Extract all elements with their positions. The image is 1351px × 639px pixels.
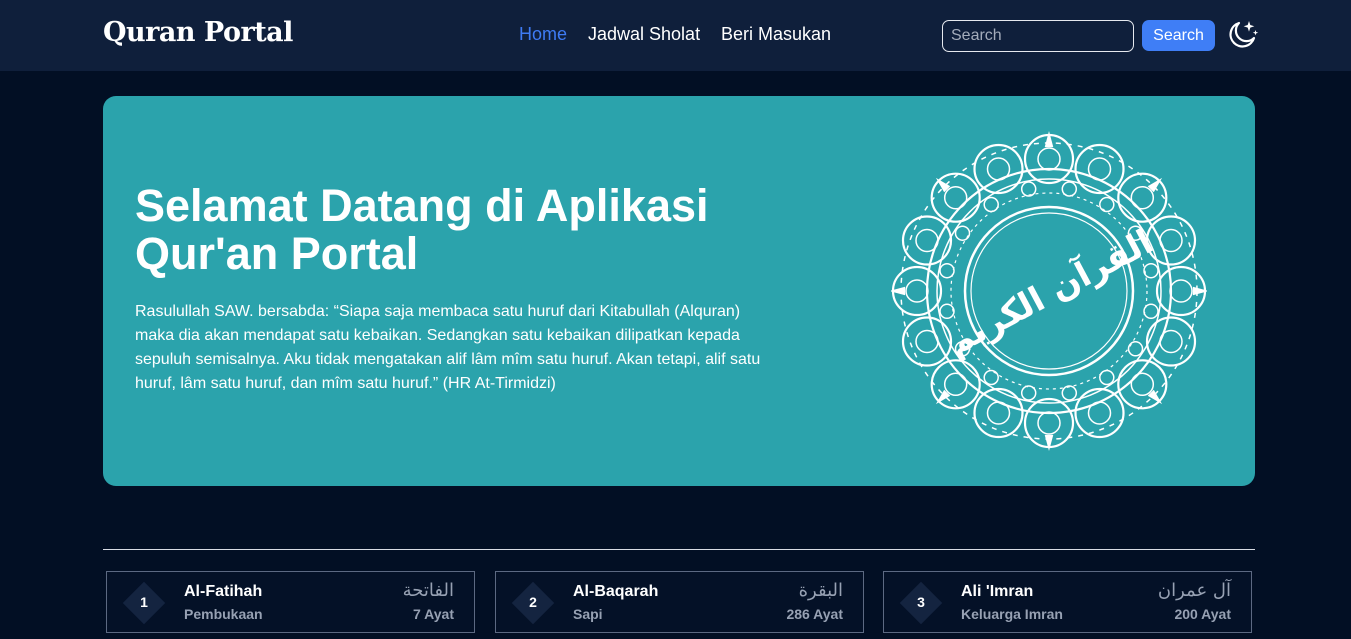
nav-link-jadwal-sholat[interactable]: Jadwal Sholat [588, 24, 700, 45]
navbar: Quran Portal Home Jadwal Sholat Beri Mas… [0, 0, 1351, 71]
nav-link-beri-masukan[interactable]: Beri Masukan [721, 24, 831, 45]
section-divider [103, 549, 1255, 550]
search-input[interactable] [942, 20, 1134, 52]
moon-stars-icon[interactable] [1225, 18, 1259, 52]
hero-banner: Selamat Datang di Aplikasi Qur'an Portal… [103, 96, 1255, 486]
surah-meaning: Keluarga Imran [961, 606, 1063, 622]
surah-name: Al-Baqarah [573, 583, 659, 600]
surah-card[interactable]: 1 Al-Fatihah Pembukaan الفاتحة 7 Ayat [106, 571, 475, 633]
surah-number: 3 [917, 594, 925, 610]
surah-arabic-name: الفاتحة [402, 580, 454, 601]
surah-ayat-count: 200 Ayat [1174, 606, 1231, 622]
hero-title: Selamat Datang di Aplikasi Qur'an Portal [135, 180, 709, 279]
surah-name: Al-Fatihah [184, 583, 263, 600]
hero-quote: Rasulullah SAW. bersabda: “Siapa saja me… [135, 303, 761, 392]
nav-link-home[interactable]: Home [519, 24, 567, 45]
surah-meaning: Sapi [573, 606, 603, 622]
surah-ayat-count: 286 Ayat [786, 606, 843, 622]
surah-name: Ali 'Imran [961, 583, 1034, 600]
surah-card[interactable]: 2 Al-Baqarah Sapi البقرة 286 Ayat [495, 571, 864, 633]
al-quran-calligraphy-ornament: القرآن الكريم [889, 126, 1209, 456]
brand-logo[interactable]: Quran Portal [103, 17, 293, 48]
surah-meaning: Pembukaan [184, 606, 263, 622]
surah-ayat-count: 7 Ayat [413, 606, 454, 622]
surah-arabic-name: البقرة [798, 580, 843, 601]
search-button[interactable]: Search [1142, 20, 1215, 51]
surah-number: 2 [529, 594, 537, 610]
surah-card[interactable]: 3 Ali 'Imran Keluarga Imran آل عمران 200… [883, 571, 1252, 633]
surah-number: 1 [140, 594, 148, 610]
surah-arabic-name: آل عمران [1157, 580, 1231, 601]
